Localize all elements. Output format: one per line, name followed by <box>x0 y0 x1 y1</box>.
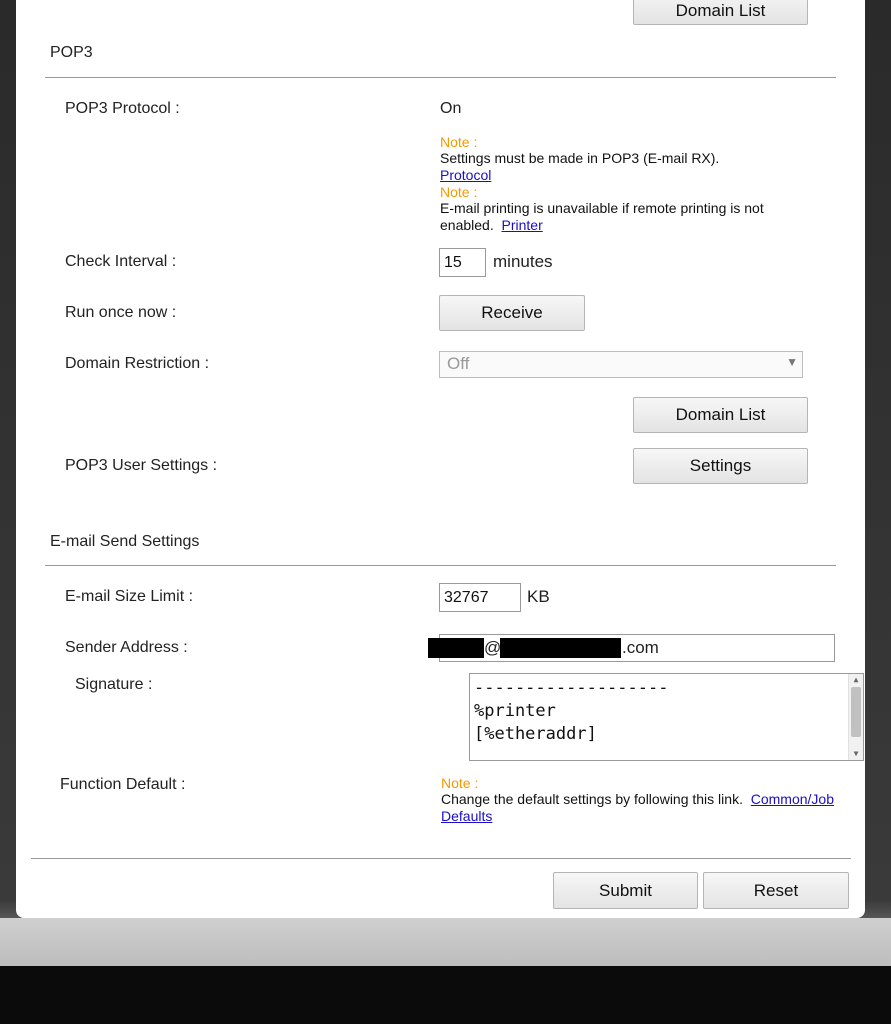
check-interval-label: Check Interval : <box>65 253 177 270</box>
chevron-down-icon: ▼ <box>786 355 798 369</box>
run-once-label: Run once now : <box>65 304 177 321</box>
sender-at-sign: @ <box>484 638 502 657</box>
signature-line: %printer <box>474 701 556 721</box>
signature-line: [%etheraddr] <box>474 724 597 744</box>
protocol-link[interactable]: Protocol <box>440 167 491 183</box>
note-text: Settings must be made in POP3 (E-mail RX… <box>440 150 720 166</box>
send-section-title: E-mail Send Settings <box>50 533 200 550</box>
domain-restriction-label: Domain Restriction : <box>65 355 210 372</box>
top-domain-list-button[interactable]: Domain List <box>633 0 808 25</box>
printer-link[interactable]: Printer <box>502 217 543 233</box>
check-interval-input[interactable] <box>439 248 486 277</box>
pop3-user-settings-label: POP3 User Settings : <box>65 457 218 474</box>
note-text: E-mail printing is unavailable if remote… <box>440 200 800 234</box>
submit-button[interactable]: Submit <box>553 872 698 909</box>
size-limit-input[interactable] <box>439 583 521 612</box>
signature-scrollbar[interactable]: ▲ ▼ <box>848 674 863 760</box>
scroll-thumb[interactable] <box>851 687 861 737</box>
signature-label: Signature : <box>75 676 153 693</box>
pop3-protocol-label: POP3 Protocol : <box>65 100 180 117</box>
page-footer-band <box>0 918 891 966</box>
settings-button[interactable]: Settings <box>633 448 808 484</box>
pop3-section-title: POP3 <box>50 44 93 61</box>
signature-textarea[interactable]: ------------------- %printer [%etheraddr… <box>469 673 864 761</box>
send-divider <box>45 565 836 566</box>
signature-line: ------------------- <box>474 678 669 698</box>
function-default-label: Function Default : <box>60 776 186 793</box>
taskbar-area <box>0 966 891 1024</box>
note-text-body: E-mail printing is unavailable if remote… <box>440 200 764 233</box>
redacted-block <box>500 638 621 658</box>
domain-restriction-value: Off <box>447 354 470 373</box>
check-interval-unit: minutes <box>493 252 553 271</box>
pop3-divider <box>45 77 836 78</box>
pop3-protocol-value: On <box>440 100 462 117</box>
note-text: Change the default settings by following… <box>441 791 851 825</box>
sender-address-label: Sender Address : <box>65 639 188 656</box>
scroll-down-icon[interactable]: ▼ <box>849 748 863 760</box>
domain-list-button[interactable]: Domain List <box>633 397 808 433</box>
domain-restriction-select[interactable]: Off ▼ <box>439 351 803 378</box>
note-label: Note : <box>440 184 478 200</box>
function-default-note: Note : Change the default settings by fo… <box>441 775 851 825</box>
receive-button[interactable]: Receive <box>439 295 585 331</box>
note-text-body: Change the default settings by following… <box>441 791 743 807</box>
footer-divider <box>31 858 851 859</box>
note-label: Note : <box>440 134 478 150</box>
redacted-block <box>428 638 484 658</box>
reset-button[interactable]: Reset <box>703 872 849 909</box>
sender-suffix: .com <box>622 638 659 657</box>
size-limit-label: E-mail Size Limit : <box>65 588 194 605</box>
size-limit-unit: KB <box>527 587 550 606</box>
note-label: Note : <box>441 775 479 791</box>
scroll-up-icon[interactable]: ▲ <box>849 674 863 686</box>
pop3-notes: Note : Settings must be made in POP3 (E-… <box>440 134 800 234</box>
